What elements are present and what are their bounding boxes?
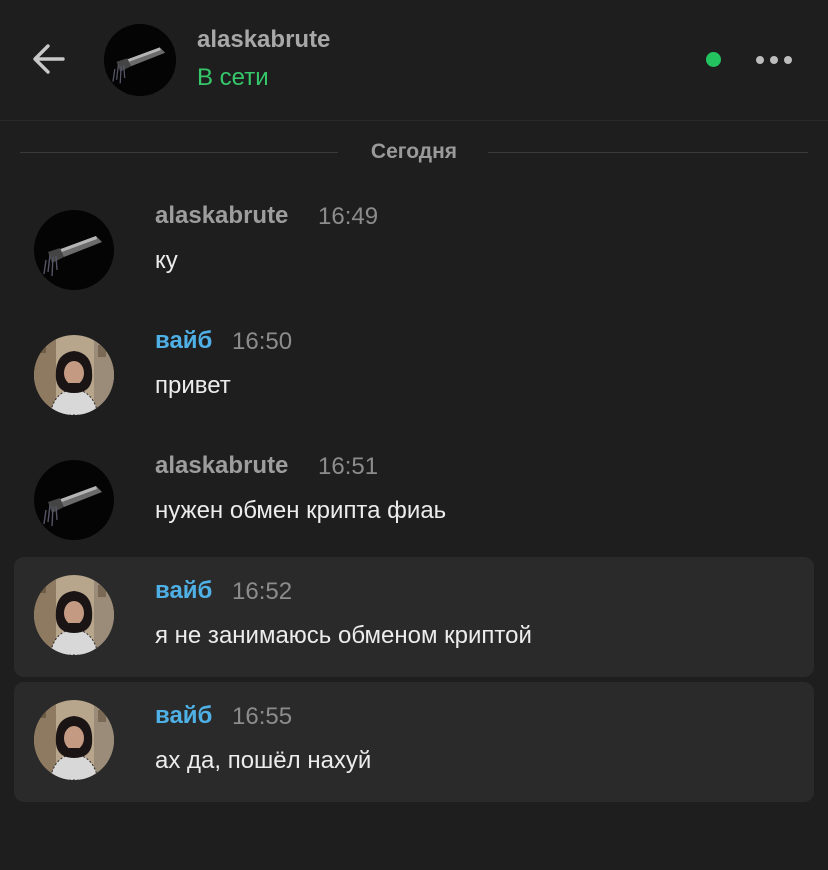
contact-avatar[interactable] <box>104 24 176 96</box>
message-text: привет <box>155 372 231 399</box>
arrow-left-icon <box>33 44 65 74</box>
message-author[interactable]: вайб <box>155 577 212 605</box>
more-options-button[interactable] <box>746 44 802 76</box>
message-author[interactable]: вайб <box>155 702 212 730</box>
message-text: нужен обмен крипта фиаь <box>155 497 447 524</box>
message-time: 16:51 <box>318 453 379 480</box>
message-item[interactable]: вайб 16:52 я не занимаюсь обменом крипто… <box>14 557 814 677</box>
message-item[interactable]: alaskabrute 16:49 ку <box>14 192 814 302</box>
message-text: ку <box>155 247 178 274</box>
chat-window: alaskabrute В сети Сегодня alaskabrute 1… <box>0 0 828 870</box>
message-item[interactable]: вайб 16:50 привет <box>14 317 814 427</box>
message-item[interactable]: вайб 16:55 ах да, пошёл нахуй <box>14 682 814 802</box>
message-time: 16:52 <box>232 578 293 605</box>
message-author[interactable]: alaskabrute <box>155 452 288 480</box>
vibe-avatar[interactable] <box>34 335 114 415</box>
message-time: 16:49 <box>318 203 379 230</box>
message-time: 16:50 <box>232 328 293 355</box>
alaskabrute-avatar[interactable] <box>34 460 114 540</box>
message-author[interactable]: alaskabrute <box>155 202 288 230</box>
back-button[interactable] <box>28 38 70 80</box>
online-indicator <box>706 52 721 67</box>
vibe-avatar[interactable] <box>34 575 114 655</box>
more-horizontal-icon <box>756 56 792 64</box>
vibe-avatar[interactable] <box>34 700 114 780</box>
message-time: 16:55 <box>232 703 293 730</box>
alaskabrute-avatar[interactable] <box>34 210 114 290</box>
contact-status: В сети <box>197 64 269 91</box>
date-divider: Сегодня <box>20 138 808 168</box>
chat-header: alaskabrute В сети <box>0 0 828 121</box>
message-text: я не занимаюсь обменом криптой <box>155 622 532 649</box>
message-item[interactable]: alaskabrute 16:51 нужен обмен крипта фиа… <box>14 442 814 552</box>
contact-name: alaskabrute <box>197 26 331 53</box>
message-author[interactable]: вайб <box>155 327 212 355</box>
message-text: ах да, пошёл нахуй <box>155 747 372 774</box>
